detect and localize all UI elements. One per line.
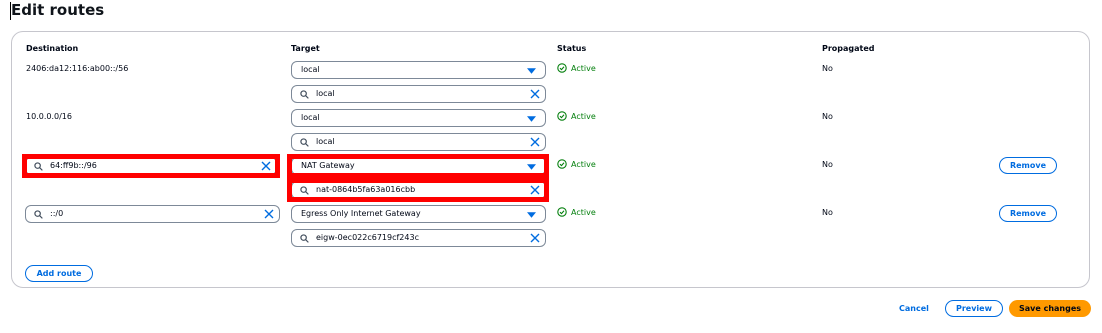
caret-down-icon — [527, 212, 536, 218]
propagated-text: No — [822, 160, 833, 169]
status-text: Active — [571, 207, 596, 217]
search-icon — [300, 234, 309, 243]
caret-down-icon — [527, 68, 536, 74]
clear-icon[interactable] — [530, 233, 540, 243]
search-icon — [34, 210, 43, 219]
propagated-text: No — [822, 208, 833, 217]
check-circle-icon — [557, 159, 567, 169]
propagated-text: No — [822, 64, 833, 73]
clear-icon[interactable] — [264, 209, 274, 219]
target-search-input[interactable]: local — [291, 133, 546, 151]
highlight-box — [22, 154, 280, 178]
target-type-value: Egress Only Internet Gateway — [301, 209, 421, 218]
clear-icon[interactable] — [530, 89, 540, 99]
target-type-select[interactable]: local — [291, 61, 546, 79]
cancel-button[interactable]: Cancel — [899, 304, 929, 313]
target-type-select[interactable]: Egress Only Internet Gateway — [291, 205, 546, 223]
header-target: Target — [291, 44, 320, 53]
check-circle-icon — [557, 207, 567, 217]
remove-button[interactable]: Remove — [999, 157, 1057, 174]
add-route-button[interactable]: Add route — [25, 265, 93, 282]
preview-button[interactable]: Preview — [945, 300, 1003, 317]
propagated-text: No — [822, 112, 833, 121]
status-text: Active — [571, 159, 596, 169]
header-status: Status — [557, 44, 587, 53]
target-search-value: eigw-0ec022c6719cf243c — [316, 233, 419, 242]
target-search-input[interactable]: eigw-0ec022c6719cf243c — [291, 229, 546, 247]
destination-value: ::/0 — [50, 209, 64, 218]
destination-text: 2406:da12:116:ab00::/56 — [26, 64, 129, 73]
target-type-value: local — [301, 65, 320, 74]
search-icon — [300, 138, 309, 147]
highlight-box — [287, 178, 549, 202]
target-search-value: local — [316, 89, 335, 98]
clear-icon[interactable] — [530, 137, 540, 147]
target-type-select[interactable]: local — [291, 109, 546, 127]
status-text: Active — [571, 111, 596, 121]
caret-down-icon — [527, 116, 536, 122]
save-changes-button[interactable]: Save changes — [1009, 300, 1091, 317]
header-propagated: Propagated — [822, 44, 875, 53]
highlight-box — [287, 154, 549, 178]
destination-text: 10.0.0.0/16 — [26, 112, 72, 121]
destination-input[interactable]: ::/0 — [25, 205, 280, 223]
status-badge: Active — [557, 159, 596, 169]
status-badge: Active — [557, 111, 596, 121]
target-type-value: local — [301, 113, 320, 122]
target-search-value: local — [316, 137, 335, 146]
status-badge: Active — [557, 207, 596, 217]
check-circle-icon — [557, 111, 567, 121]
page-title: Edit routes — [11, 1, 105, 19]
check-circle-icon — [557, 63, 567, 73]
status-badge: Active — [557, 63, 596, 73]
header-destination: Destination — [26, 44, 79, 53]
status-text: Active — [571, 63, 596, 73]
target-search-input[interactable]: local — [291, 85, 546, 103]
remove-button[interactable]: Remove — [999, 205, 1057, 222]
search-icon — [300, 90, 309, 99]
